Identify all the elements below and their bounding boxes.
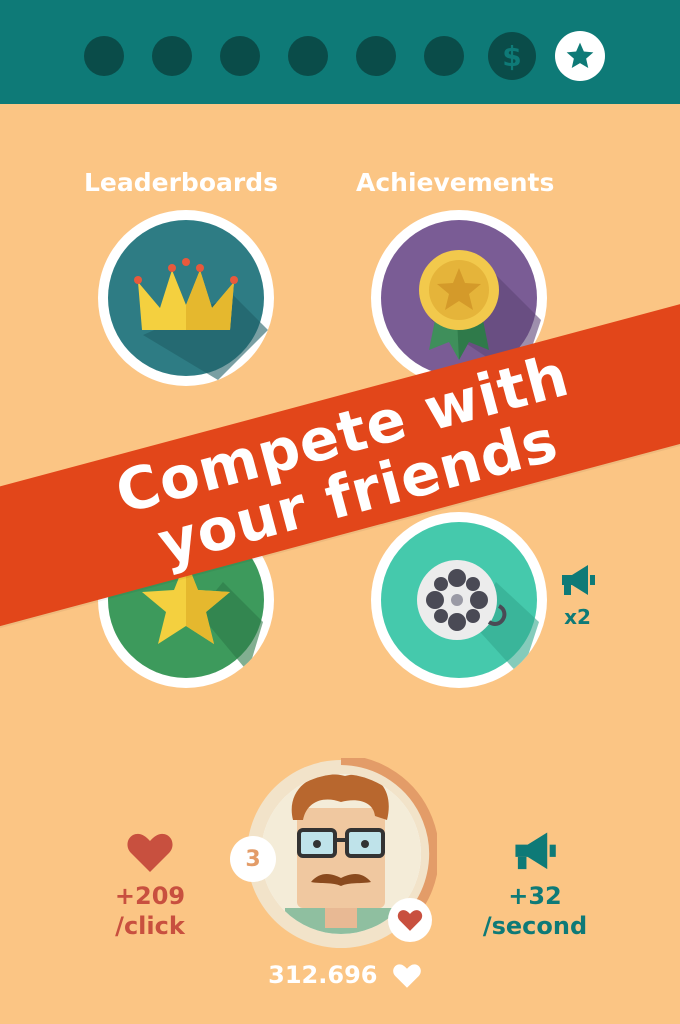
per-second-stat: +32 /second	[470, 830, 600, 941]
video-bonus: x2	[555, 563, 600, 629]
video-multiplier: x2	[564, 605, 591, 629]
level-badge: 3	[230, 836, 276, 882]
leaderboards-label: Leaderboards	[84, 168, 278, 197]
per-click-value: +209	[114, 882, 186, 910]
page-dot-5[interactable]	[356, 36, 396, 76]
like-button[interactable]	[388, 898, 432, 942]
page-dot-3[interactable]	[220, 36, 260, 76]
film-reel-icon	[381, 522, 539, 678]
watch-video-button[interactable]	[371, 512, 547, 688]
top-bar: $	[0, 0, 680, 104]
shop-tab-button[interactable]: $	[488, 32, 536, 80]
dollar-icon: $	[502, 39, 522, 73]
per-click-unit: /click	[115, 912, 185, 940]
megaphone-icon	[515, 832, 556, 870]
total-hearts-value: 312.696	[268, 961, 378, 989]
leaderboards-button[interactable]	[98, 210, 274, 386]
social-tab-button[interactable]	[555, 31, 605, 81]
per-second-unit: /second	[482, 912, 588, 940]
per-click-stat: +209 /click	[95, 830, 205, 941]
star-icon	[566, 42, 594, 68]
heart-icon	[393, 963, 421, 988]
total-hearts: 312.696	[250, 960, 440, 989]
megaphone-icon	[561, 565, 595, 595]
heart-icon	[127, 833, 173, 872]
page-dot-1[interactable]	[84, 36, 124, 76]
heart-icon	[397, 910, 423, 931]
page-dot-6[interactable]	[424, 36, 464, 76]
page-dot-2[interactable]	[152, 36, 192, 76]
per-second-value: +32	[508, 882, 562, 910]
crown-icon	[108, 220, 268, 380]
achievements-label: Achievements	[356, 168, 555, 197]
page-dot-4[interactable]	[288, 36, 328, 76]
